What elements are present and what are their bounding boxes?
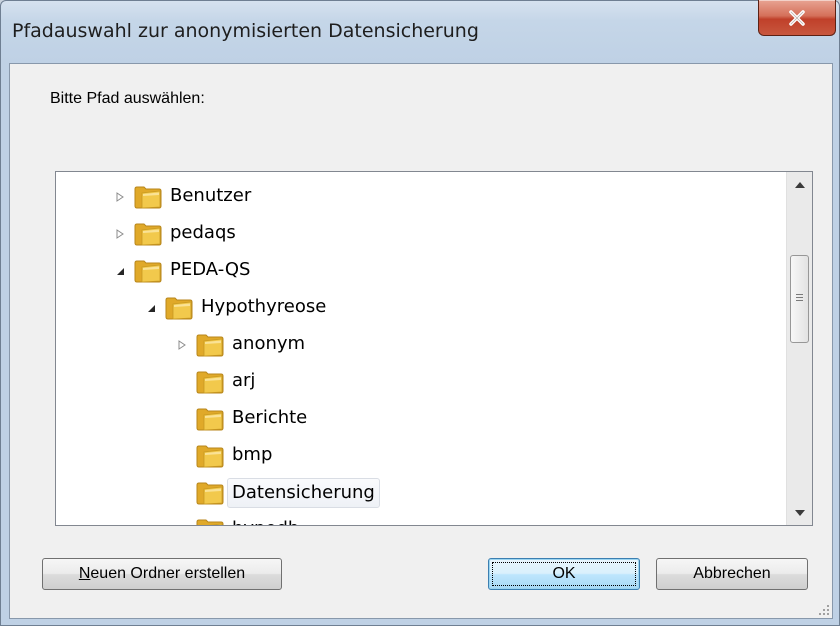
grip-line <box>796 300 803 301</box>
tree-item[interactable]: Datensicherung <box>56 475 786 511</box>
tree-item-label[interactable]: bmp <box>227 441 277 469</box>
close-button[interactable] <box>758 0 836 36</box>
tree-rows: Benutzer pedaqs PEDA-QS Hypothyreose anonym a… <box>56 172 786 525</box>
scroll-up-button[interactable] <box>787 172 812 197</box>
folder-icon <box>196 407 224 431</box>
expand-arrow-icon[interactable] <box>175 337 189 353</box>
tree-item-label[interactable]: pedaqs <box>165 219 241 247</box>
tree-item[interactable]: arj <box>56 364 786 400</box>
focus-ring <box>492 562 636 586</box>
new-folder-button[interactable]: Neuen Ordner erstellen <box>42 558 282 590</box>
tree-item-label[interactable]: Datensicherung <box>227 478 380 508</box>
scroll-down-button[interactable] <box>787 500 812 525</box>
scroll-down-icon <box>794 509 805 516</box>
tree-item-label[interactable]: arj <box>227 367 260 395</box>
folder-tree[interactable]: Benutzer pedaqs PEDA-QS Hypothyreose anonym a… <box>55 171 813 526</box>
scroll-up-icon <box>794 181 805 188</box>
folder-icon <box>134 185 162 209</box>
tree-item-label[interactable]: PEDA-QS <box>165 256 255 284</box>
folder-icon <box>134 222 162 246</box>
tree-item[interactable]: hypodb <box>56 512 786 525</box>
expand-arrow-icon[interactable] <box>113 189 127 205</box>
resize-grip-icon[interactable] <box>818 604 830 616</box>
path-prompt-label: Bitte Pfad auswählen: <box>50 90 205 107</box>
tree-item-label[interactable]: anonym <box>227 330 310 358</box>
tree-item[interactable]: Berichte <box>56 401 786 437</box>
tree-item[interactable]: bmp <box>56 438 786 474</box>
tree-item-label[interactable]: Berichte <box>227 404 312 432</box>
close-icon <box>789 9 805 26</box>
expand-arrow-icon[interactable] <box>113 226 127 242</box>
tree-item[interactable]: Benutzer <box>56 179 786 215</box>
tree-item[interactable]: anonym <box>56 327 786 363</box>
grip-line <box>796 294 803 295</box>
cancel-button[interactable]: Abbrechen <box>656 558 808 590</box>
folder-icon <box>134 259 162 283</box>
scrollbar-thumb[interactable] <box>790 255 809 343</box>
folder-icon <box>196 333 224 357</box>
dialog-window: Pfadauswahl zur anonymisierten Datensich… <box>0 0 840 626</box>
tree-item[interactable]: Hypothyreose <box>56 290 786 326</box>
window-title: Pfadauswahl zur anonymisierten Datensich… <box>12 20 479 42</box>
tree-item-label[interactable]: Hypothyreose <box>196 293 331 321</box>
vertical-scrollbar[interactable] <box>786 172 812 525</box>
tree-item-label[interactable]: Benutzer <box>165 182 256 210</box>
ok-button[interactable]: OK <box>488 558 640 590</box>
folder-icon <box>165 296 193 320</box>
cancel-button-label: Abbrechen <box>693 565 771 582</box>
tree-item-label[interactable]: hypodb <box>227 515 304 525</box>
folder-icon <box>196 518 224 525</box>
grip-line <box>796 297 803 298</box>
tree-item[interactable]: PEDA-QS <box>56 253 786 289</box>
collapse-arrow-icon[interactable] <box>113 263 127 279</box>
dialog-body: Bitte Pfad auswählen: Benutzer pedaqs PEDA… <box>9 63 833 619</box>
tree-item[interactable]: pedaqs <box>56 216 786 252</box>
folder-icon <box>196 444 224 468</box>
folder-icon <box>196 370 224 394</box>
folder-icon <box>196 481 224 505</box>
new-folder-button-label: Neuen Ordner erstellen <box>78 565 246 582</box>
collapse-arrow-icon[interactable] <box>144 300 158 316</box>
